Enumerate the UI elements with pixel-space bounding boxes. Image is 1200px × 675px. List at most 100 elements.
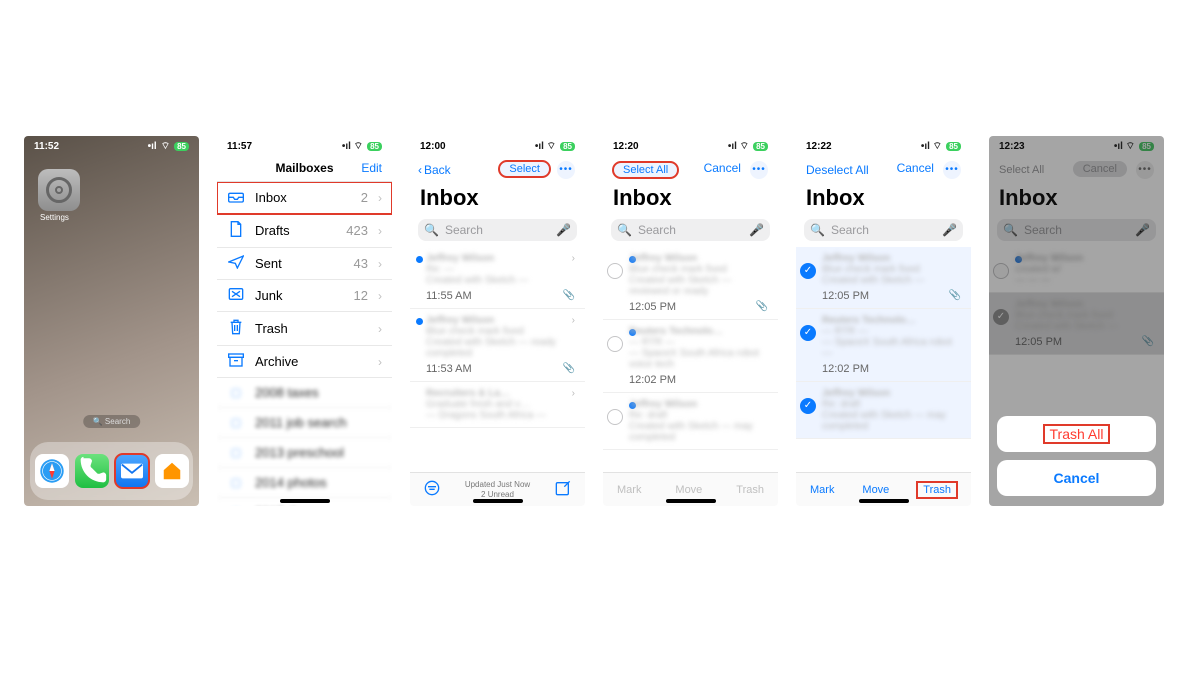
account-mailboxes-blurred: ▢2008 taxes ▢2011 job search ▢2013 presc… bbox=[217, 378, 392, 506]
mailbox-label: Archive bbox=[255, 354, 368, 369]
mailbox-row-inbox[interactable]: Inbox 2 › bbox=[217, 182, 392, 214]
message-row[interactable]: ✓ Jeffrey Wilson Blue check mark fixed C… bbox=[796, 247, 971, 309]
select-circle-checked[interactable]: ✓ bbox=[800, 398, 816, 414]
list-item[interactable]: ▢2013 preschool bbox=[217, 438, 392, 468]
inbox-all-selected-screen: 12:22•ıl ⌔ 85 Deselect All Cancel ••• In… bbox=[796, 136, 971, 506]
paper-plane-icon bbox=[227, 255, 245, 272]
mailbox-label: Drafts bbox=[255, 223, 336, 238]
message-row[interactable]: Recruiters & La…› Graduate fresh and v… … bbox=[410, 382, 585, 428]
mailbox-label: Junk bbox=[255, 288, 344, 303]
attachment-icon: 📎 bbox=[949, 290, 961, 302]
message-row[interactable]: ✓ Jeffrey Wilson Re: draft Created with … bbox=[796, 382, 971, 439]
action-sheet-cancel-button[interactable]: Cancel bbox=[997, 460, 1156, 496]
page-title: Mailboxes bbox=[275, 161, 333, 175]
inbox-screen: 12:00•ıl ⌔ 85 ‹ Back Select ••• Inbox 🔍 … bbox=[410, 136, 585, 506]
home-indicator[interactable] bbox=[280, 499, 330, 503]
status-bar: 11:52 •ıl⌔85 bbox=[24, 136, 199, 155]
phone-app-icon[interactable] bbox=[75, 454, 109, 488]
magnify-icon: 🔍 bbox=[424, 223, 439, 237]
select-circle[interactable] bbox=[607, 409, 623, 425]
select-circle[interactable] bbox=[607, 336, 623, 352]
select-circle[interactable] bbox=[607, 263, 623, 279]
inbox-icon bbox=[227, 189, 245, 206]
select-circle-checked[interactable]: ✓ bbox=[800, 263, 816, 279]
mail-app-icon[interactable] bbox=[115, 454, 149, 488]
mailboxes-screen: 11:57 •ıl ⌔ 85 Mailboxes Edit Inbox 2 › … bbox=[217, 136, 392, 506]
unread-dot-icon bbox=[416, 318, 423, 325]
mailbox-count: 12 bbox=[354, 288, 368, 303]
mailbox-row-trash[interactable]: Trash › bbox=[217, 312, 392, 346]
message-row[interactable]: Reuters Technolo… — RTR — — SpaceX South… bbox=[603, 320, 778, 393]
select-button[interactable]: Select bbox=[499, 161, 550, 177]
select-circle-checked[interactable]: ✓ bbox=[800, 325, 816, 341]
archive-icon bbox=[227, 353, 245, 370]
list-item[interactable]: ▢2011 job search bbox=[217, 408, 392, 438]
trash-button[interactable]: Trash bbox=[917, 482, 957, 498]
settings-app-icon[interactable] bbox=[38, 169, 80, 211]
chevron-right-icon: › bbox=[378, 191, 382, 205]
mark-button[interactable]: Mark bbox=[810, 484, 834, 496]
message-row[interactable]: Jeffrey Wilson Blue check mark fixed Cre… bbox=[603, 247, 778, 320]
message-row[interactable]: Jeffrey Wilson› Blue check mark fixed Cr… bbox=[410, 309, 585, 382]
more-button[interactable]: ••• bbox=[943, 161, 961, 179]
mic-icon[interactable]: 🎤 bbox=[749, 223, 764, 237]
chevron-right-icon: › bbox=[378, 322, 382, 336]
move-button[interactable]: Move bbox=[862, 484, 889, 496]
move-button: Move bbox=[675, 484, 702, 496]
message-row[interactable]: ✓ Reuters Technolo… — RTR — — SpaceX Sou… bbox=[796, 309, 971, 382]
mailbox-row-drafts[interactable]: Drafts 423 › bbox=[217, 214, 392, 248]
more-button[interactable]: ••• bbox=[750, 161, 768, 179]
unread-dot-icon bbox=[416, 256, 423, 263]
mailbox-label: Trash bbox=[255, 321, 368, 336]
page-title: Inbox bbox=[410, 185, 585, 215]
mailbox-count: 423 bbox=[346, 223, 368, 238]
mailbox-row-archive[interactable]: Archive › bbox=[217, 346, 392, 378]
compose-button[interactable] bbox=[555, 480, 571, 499]
search-input[interactable]: 🔍Search🎤 bbox=[804, 219, 963, 241]
spotlight-search[interactable]: 🔍 Search bbox=[83, 415, 141, 428]
cancel-button[interactable]: Cancel bbox=[897, 161, 934, 175]
magnify-icon: 🔍 bbox=[617, 223, 632, 237]
list-item[interactable]: ▢2008 taxes bbox=[217, 378, 392, 408]
safari-app-icon[interactable] bbox=[35, 454, 69, 488]
deselect-all-button[interactable]: Deselect All bbox=[806, 163, 869, 177]
search-input[interactable]: 🔍 Search 🎤 bbox=[418, 219, 577, 241]
select-all-button[interactable]: Select All bbox=[613, 162, 678, 178]
trash-all-sheet-screen: 12:23•ıl ⌔ 85 Select All Cancel ••• Inbo… bbox=[989, 136, 1164, 506]
back-button[interactable]: ‹ Back bbox=[418, 163, 451, 177]
home-app-icon[interactable] bbox=[155, 454, 189, 488]
battery-icon: 85 bbox=[753, 142, 768, 151]
mailbox-count: 2 bbox=[361, 190, 368, 205]
chevron-right-icon: › bbox=[378, 355, 382, 369]
trash-button: Trash bbox=[736, 484, 764, 496]
trash-all-button[interactable]: Trash All bbox=[997, 416, 1156, 452]
page-title: Inbox bbox=[603, 185, 778, 215]
clock: 12:20 bbox=[613, 141, 639, 152]
more-button[interactable]: ••• bbox=[557, 161, 575, 179]
list-item[interactable]: ▢2014 photos bbox=[217, 468, 392, 498]
home-indicator[interactable] bbox=[859, 499, 909, 503]
edit-button[interactable]: Edit bbox=[361, 161, 382, 175]
clock: 12:22 bbox=[806, 141, 832, 152]
message-row[interactable]: Jeffrey Wilson Re: draft Created with Sk… bbox=[603, 393, 778, 450]
mailbox-row-junk[interactable]: Junk 12 › bbox=[217, 280, 392, 312]
mailbox-label: Inbox bbox=[255, 190, 351, 205]
clock: 11:52 bbox=[34, 141, 59, 152]
mic-icon[interactable]: 🎤 bbox=[942, 223, 957, 237]
chevron-right-icon: › bbox=[378, 289, 382, 303]
filter-button[interactable] bbox=[424, 480, 440, 499]
home-indicator[interactable] bbox=[666, 499, 716, 503]
home-indicator[interactable] bbox=[473, 499, 523, 503]
document-icon bbox=[227, 221, 245, 240]
cancel-button[interactable]: Cancel bbox=[704, 161, 741, 175]
battery-icon: 85 bbox=[946, 142, 961, 151]
search-input[interactable]: 🔍Search🎤 bbox=[611, 219, 770, 241]
mic-icon[interactable]: 🎤 bbox=[556, 223, 571, 237]
mailbox-row-sent[interactable]: Sent 43 › bbox=[217, 248, 392, 280]
clock: 12:00 bbox=[420, 141, 446, 152]
chevron-right-icon: › bbox=[378, 224, 382, 238]
chevron-right-icon: › bbox=[378, 257, 382, 271]
battery-icon: 85 bbox=[560, 142, 575, 151]
attachment-icon: 📎 bbox=[563, 363, 575, 375]
message-row[interactable]: Jeffrey Wilson› Re: — Created with Sketc… bbox=[410, 247, 585, 309]
